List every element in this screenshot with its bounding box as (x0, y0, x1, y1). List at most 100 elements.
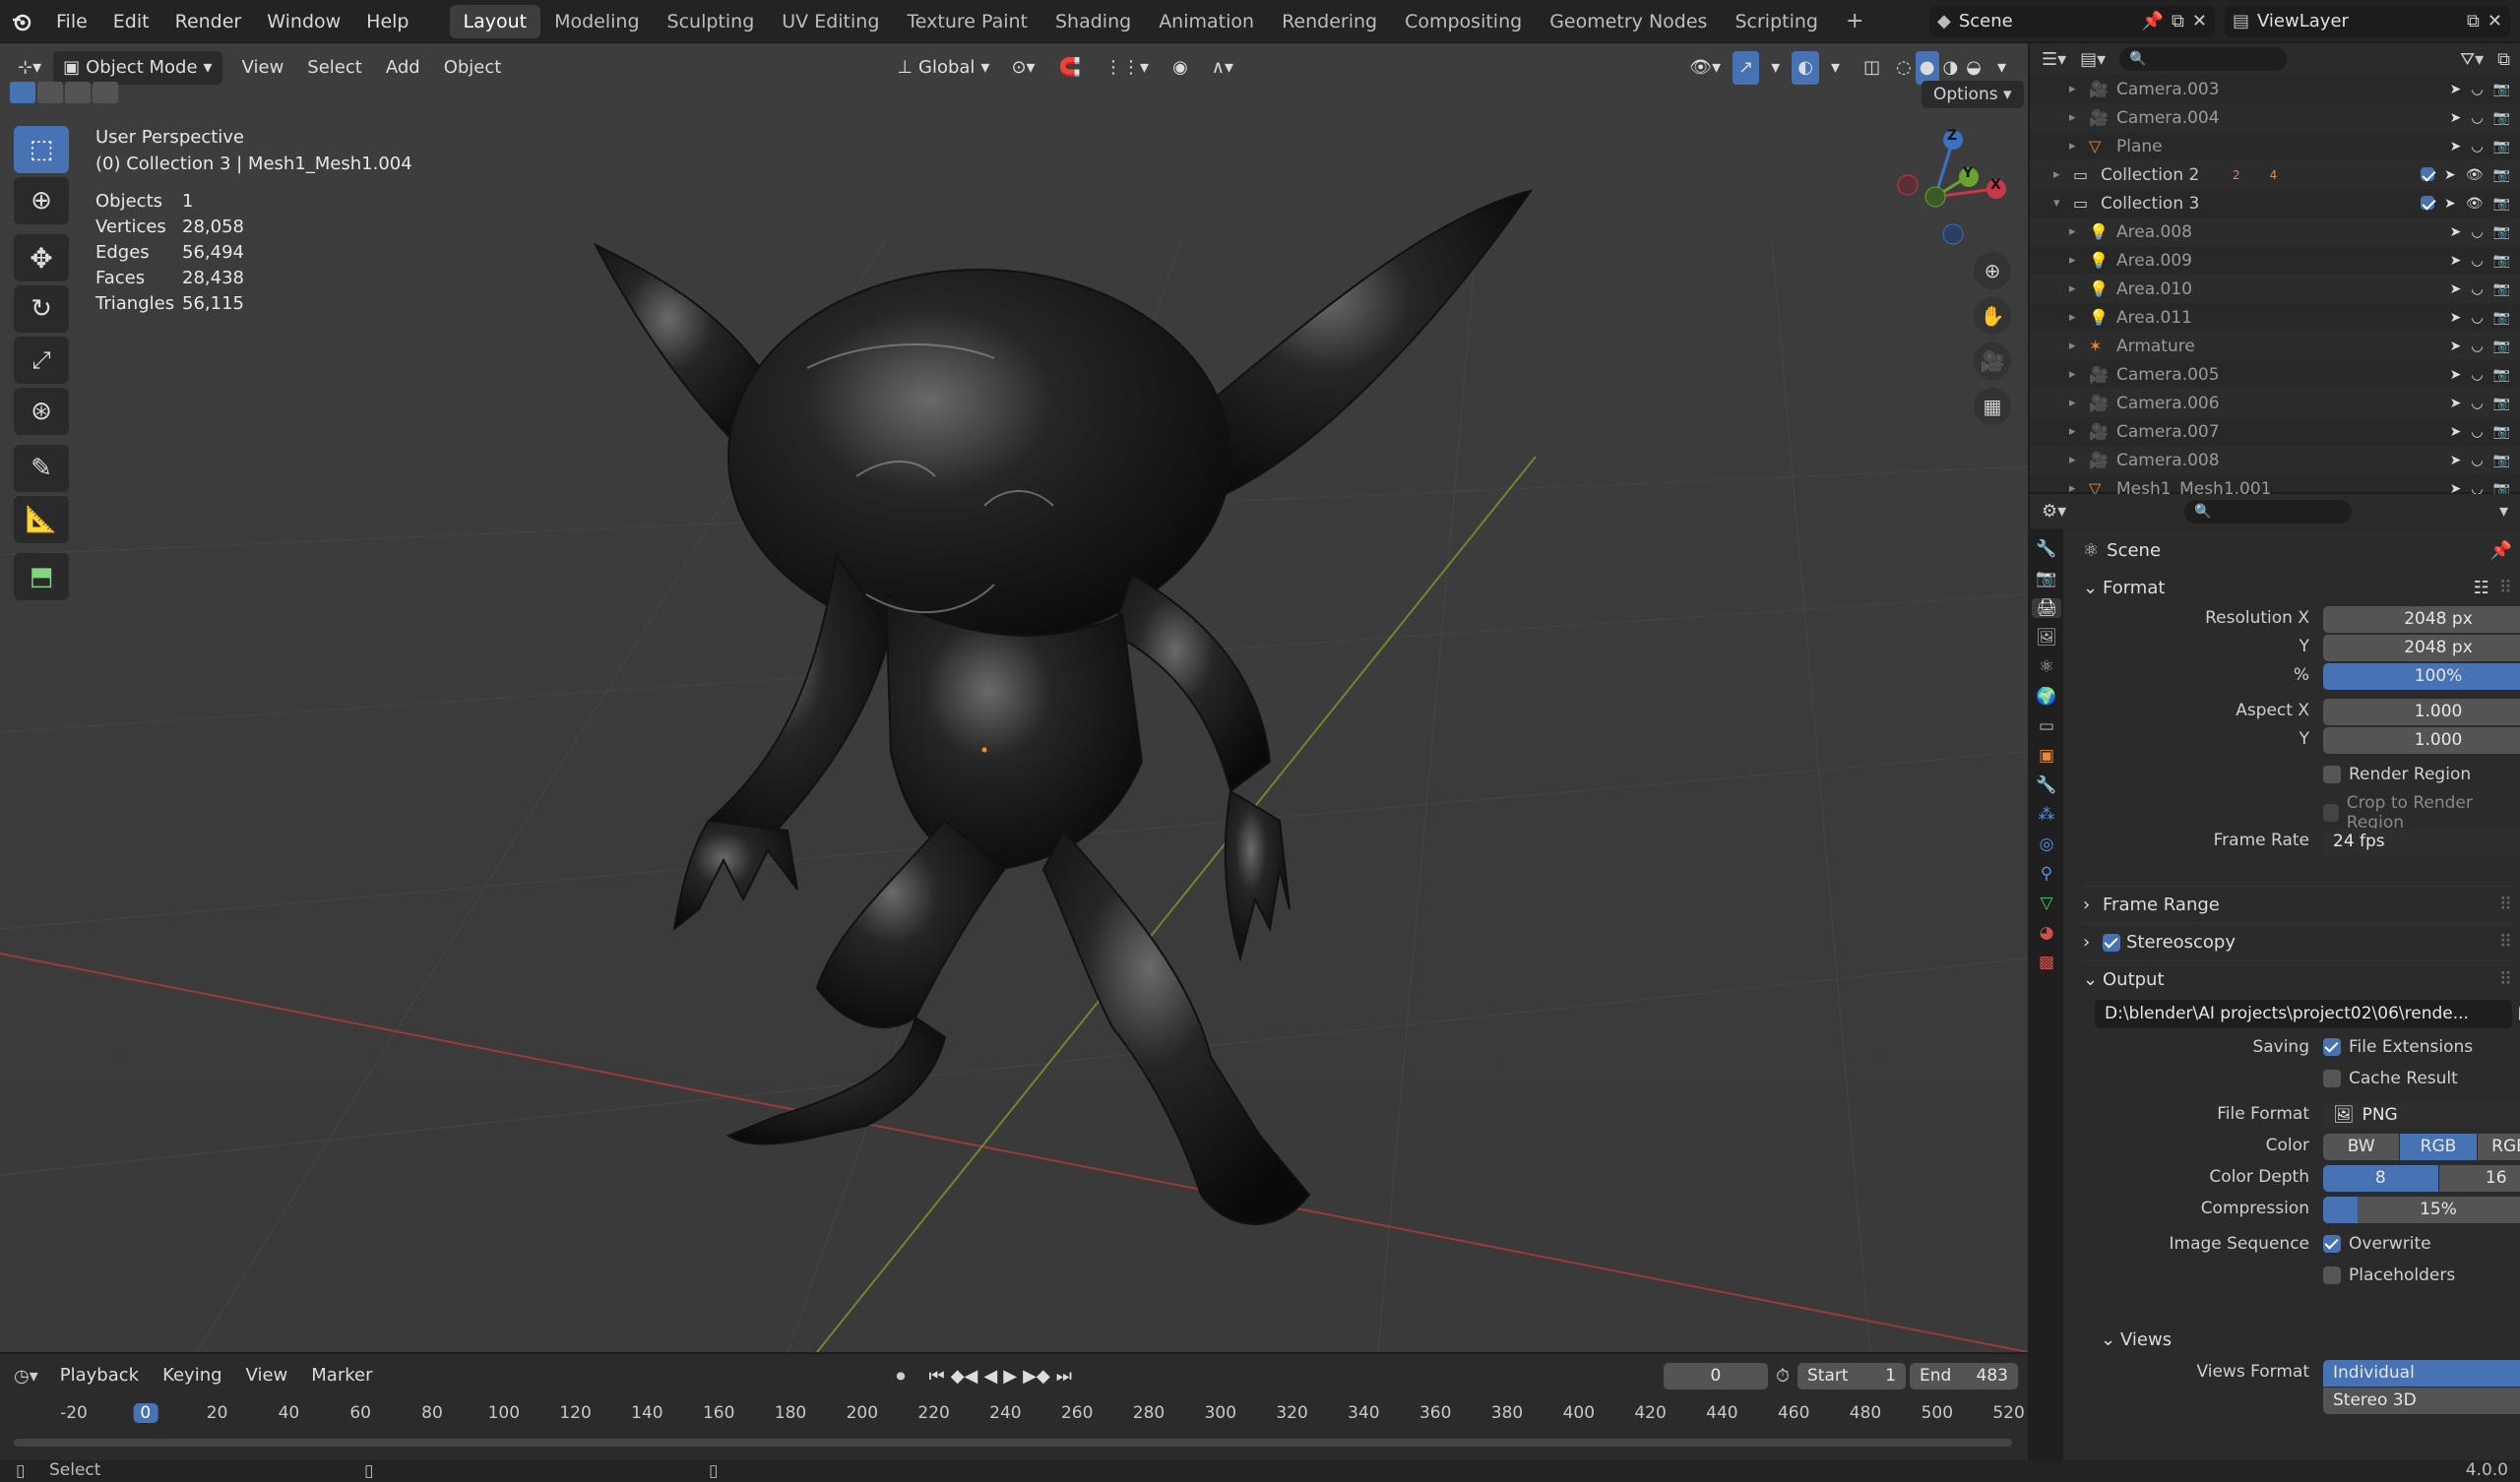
outliner-row[interactable]: ▸ 🎥 Camera.006 ➤ ◡ 📷 (2030, 389, 2520, 417)
eye-closed-icon[interactable]: ◡ (2471, 82, 2483, 97)
falloff-icon[interactable]: ∧▾ (1200, 51, 1245, 85)
stereoscopy-checkbox[interactable] (2103, 933, 2120, 952)
scene-selector[interactable]: ◆ Scene 📌 ⧉ ✕ (1929, 5, 2215, 37)
menu-render[interactable]: Render (162, 0, 255, 43)
color-option-rgb[interactable]: RGB (2400, 1134, 2477, 1160)
render-camera-icon[interactable]: 📷 (2493, 224, 2510, 240)
checkbox[interactable] (2323, 766, 2341, 783)
navigation-gizmo[interactable]: Z Y X (1888, 124, 2026, 252)
select-box-tool[interactable]: ⬚ (14, 126, 69, 173)
select-intersect-icon[interactable] (93, 82, 118, 103)
render-camera-icon[interactable]: 📷 (2493, 110, 2510, 126)
timeline-menu-keying[interactable]: Keying (151, 1359, 233, 1392)
resolution-y-field[interactable]: 2048 px (2323, 635, 2520, 661)
depth-option-16[interactable]: 16 (2438, 1165, 2520, 1192)
data-tab-icon[interactable]: ▽ (2040, 894, 2052, 913)
timeline-scrollbar[interactable] (14, 1439, 2012, 1447)
tab-sculpting[interactable]: Sculpting (654, 5, 769, 38)
tab-layout[interactable]: Layout (449, 4, 541, 38)
select-new-icon[interactable] (10, 82, 35, 103)
outliner-row[interactable]: ▸ 🎥 Camera.004 ➤ ◡ 📷 (2030, 103, 2520, 132)
outliner-row[interactable]: ▸ 💡 Area.011 ➤ ◡ 📷 (2030, 303, 2520, 332)
render-camera-icon[interactable]: 📷 (2493, 196, 2510, 212)
view-layer-selector[interactable]: ▤ ViewLayer ⧉ ✕ (2225, 5, 2510, 37)
exclude-checkbox[interactable] (2421, 166, 2435, 181)
eye-closed-icon[interactable]: ◡ (2471, 110, 2483, 126)
tab-geometry-nodes[interactable]: Geometry Nodes (1536, 5, 1721, 38)
selectable-icon[interactable]: ➤ (2450, 281, 2462, 297)
new-collection-icon[interactable]: ⧉ (2497, 49, 2510, 70)
wireframe-shading-icon[interactable]: ◌ (1892, 51, 1916, 85)
selectable-icon[interactable]: ➤ (2450, 139, 2462, 154)
chevron-right-icon[interactable]: ▸ (2069, 453, 2083, 467)
file-extensions-checkbox[interactable]: File Extensions (2323, 1037, 2473, 1057)
eye-closed-icon[interactable]: ◡ (2471, 310, 2483, 326)
tab-compositing[interactable]: Compositing (1391, 5, 1536, 38)
chevron-down-icon[interactable]: ▾ (1819, 51, 1852, 85)
tab-rendering[interactable]: Rendering (1268, 5, 1391, 38)
display-mode-icon[interactable]: ▤▾ (2080, 49, 2106, 70)
render-camera-icon[interactable]: 📷 (2493, 310, 2510, 326)
render-camera-icon[interactable]: 📷 (2493, 424, 2510, 440)
play-icon[interactable]: ▶ (1003, 1366, 1017, 1387)
stopwatch-icon[interactable]: ⏱ (1776, 1366, 1790, 1387)
output-path-field[interactable]: D:\blender\AI projects\project02\06\rend… (2095, 1000, 2512, 1028)
camera-view-icon[interactable]: 🎥 (1974, 342, 2011, 380)
material-shading-icon[interactable]: ◑ (1939, 51, 1963, 85)
tool-tab-icon[interactable]: 🔧 (2036, 539, 2056, 559)
selectable-icon[interactable]: ➤ (2444, 167, 2456, 183)
selectable-icon[interactable]: ➤ (2450, 339, 2462, 354)
hand-pan-icon[interactable]: ✋ (1974, 297, 2011, 335)
jump-start-icon[interactable]: ⏮ (928, 1366, 944, 1387)
chevron-right-icon[interactable]: ▸ (2069, 424, 2083, 439)
end-frame-field[interactable]: End 483 (1910, 1362, 2018, 1389)
timeline-menu-marker[interactable]: Marker (299, 1359, 384, 1392)
selectable-icon[interactable]: ➤ (2450, 367, 2462, 383)
placeholders-checkbox[interactable]: Placeholders (2323, 1266, 2455, 1285)
material-tab-icon[interactable]: ◕ (2040, 923, 2054, 943)
object-tab-icon[interactable]: ▣ (2039, 746, 2054, 766)
menu-edit[interactable]: Edit (100, 0, 162, 43)
chevron-right-icon[interactable]: ▸ (2069, 110, 2083, 125)
menu-file[interactable]: File (43, 0, 100, 43)
editor-type-icon[interactable]: ⚙▾ (2042, 501, 2066, 522)
tab-scripting[interactable]: Scripting (1721, 5, 1832, 38)
select-subtract-icon[interactable] (65, 82, 91, 103)
transform-orientation-dropdown[interactable]: ⊥ Global ▾ (887, 51, 999, 85)
drag-handle-icon[interactable]: ⠿ (2499, 578, 2512, 598)
exclude-checkbox[interactable] (2421, 195, 2435, 210)
outliner-row[interactable]: ▸ 💡 Area.008 ➤ ◡ 📷 (2030, 217, 2520, 246)
render-camera-icon[interactable]: 📷 (2493, 396, 2510, 411)
crop-region-checkbox[interactable]: Crop to Render Region (2323, 793, 2512, 833)
add-cube-tool[interactable]: ⬒ (14, 553, 69, 600)
tab-shading[interactable]: Shading (1041, 5, 1145, 38)
render-camera-icon[interactable]: 📷 (2493, 453, 2510, 468)
render-camera-icon[interactable]: 📷 (2493, 339, 2510, 354)
eye-closed-icon[interactable]: ◡ (2471, 339, 2483, 354)
chevron-right-icon[interactable]: ▸ (2069, 367, 2083, 382)
outliner-row[interactable]: ▸ 💡 Area.009 ➤ ◡ 📷 (2030, 246, 2520, 275)
editor-type-icon[interactable]: ☰▾ (2042, 49, 2066, 70)
prev-keyframe-icon[interactable]: ◆◀ (951, 1366, 978, 1387)
timeline-menu-playback[interactable]: Playback (48, 1359, 151, 1392)
chevron-right-icon[interactable]: ▸ (2069, 82, 2083, 96)
menu-help[interactable]: Help (353, 0, 421, 43)
pin-icon[interactable]: 📌 (2142, 11, 2164, 31)
resolution-percent-field[interactable]: 100% (2323, 663, 2520, 690)
rotate-tool[interactable]: ↻ (14, 285, 69, 333)
pivot-icon[interactable]: ⊙▾ (999, 51, 1046, 85)
views-option-individual[interactable]: Individual (2323, 1360, 2520, 1387)
outliner-row[interactable]: ▸ 🎥 Camera.007 ➤ ◡ 📷 (2030, 417, 2520, 446)
chevron-down-icon[interactable]: ▾ (1985, 51, 2018, 85)
color-option-bw[interactable]: BW (2323, 1134, 2400, 1160)
world-tab-icon[interactable]: 🌍 (2036, 687, 2056, 707)
jump-end-icon[interactable]: ⏭ (1056, 1366, 1072, 1387)
aspect-x-field[interactable]: 1.000 (2323, 699, 2520, 725)
tab-texture-paint[interactable]: Texture Paint (893, 5, 1041, 38)
eye-closed-icon[interactable]: ◡ (2471, 253, 2483, 269)
add-workspace-button[interactable]: + (1832, 5, 1877, 38)
eye-closed-icon[interactable]: ◡ (2471, 224, 2483, 240)
measure-tool[interactable]: 📐 (14, 496, 69, 543)
viewport-menu-view[interactable]: View (230, 51, 296, 85)
close-icon[interactable]: ✕ (2488, 11, 2502, 31)
